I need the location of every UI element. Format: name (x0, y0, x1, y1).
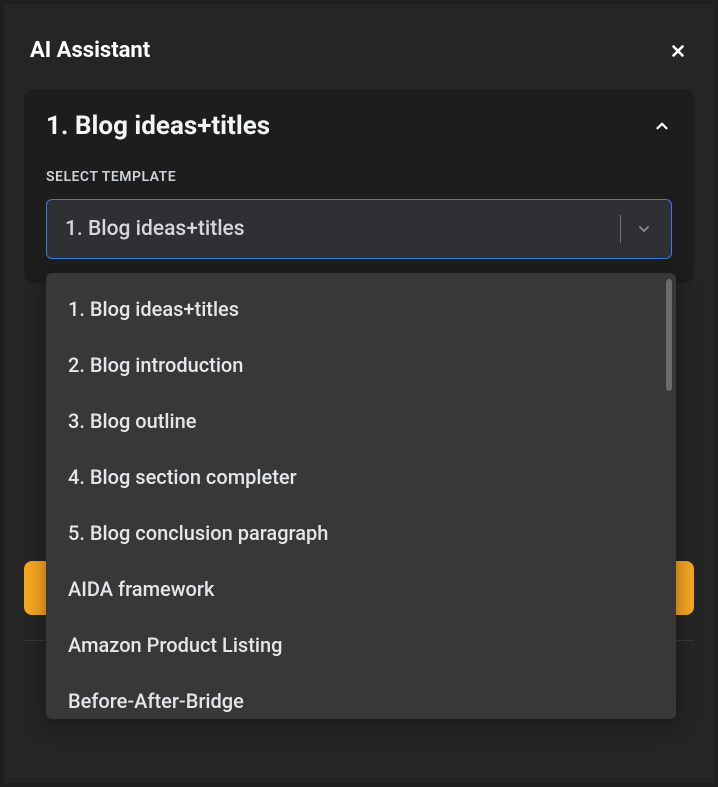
dropdown-option[interactable]: 5. Blog conclusion paragraph (46, 505, 676, 561)
dropdown-option[interactable]: Before-After-Bridge (46, 673, 676, 719)
app-frame: AI Assistant 1. Blog ideas+titles SELECT… (0, 0, 718, 787)
scrollbar[interactable] (666, 279, 672, 391)
panel-container: AI Assistant 1. Blog ideas+titles SELECT… (4, 4, 714, 783)
template-card: 1. Blog ideas+titles SELECT TEMPLATE 1. … (24, 89, 694, 283)
dropdown-list: 1. Blog ideas+titles 2. Blog introductio… (46, 273, 676, 719)
select-divider (620, 215, 621, 243)
card-header[interactable]: 1. Blog ideas+titles (46, 111, 672, 141)
template-select[interactable]: 1. Blog ideas+titles (46, 199, 672, 259)
panel-title: AI Assistant (30, 38, 150, 63)
template-select-value: 1. Blog ideas+titles (65, 217, 606, 241)
template-dropdown: 1. Blog ideas+titles 2. Blog introductio… (46, 273, 676, 719)
dropdown-option[interactable]: 3. Blog outline (46, 393, 676, 449)
close-icon[interactable] (668, 41, 688, 61)
chevron-up-icon[interactable] (652, 116, 672, 136)
chevron-down-icon (635, 220, 653, 238)
dropdown-option[interactable]: 2. Blog introduction (46, 337, 676, 393)
dropdown-option[interactable]: 4. Blog section completer (46, 449, 676, 505)
panel-header: AI Assistant (24, 24, 694, 89)
template-field-label: SELECT TEMPLATE (46, 169, 672, 185)
card-title: 1. Blog ideas+titles (46, 111, 270, 141)
dropdown-option[interactable]: AIDA framework (46, 561, 676, 617)
dropdown-option[interactable]: 1. Blog ideas+titles (46, 281, 676, 337)
template-select-wrapper: 1. Blog ideas+titles 1. Blog ideas+title… (46, 199, 672, 259)
dropdown-option[interactable]: Amazon Product Listing (46, 617, 676, 673)
